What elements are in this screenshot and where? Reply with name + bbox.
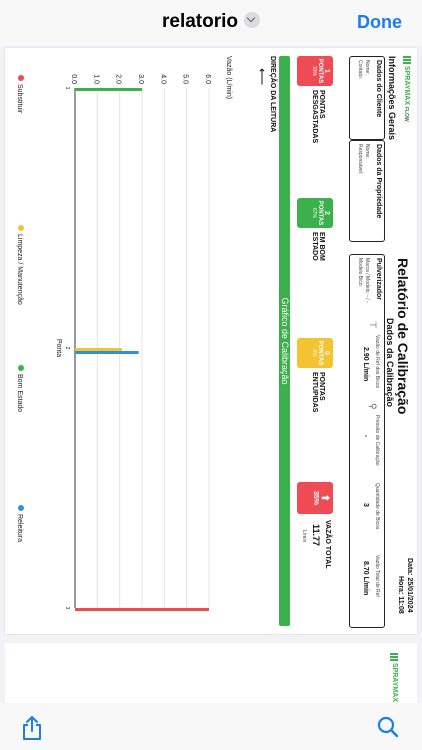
x-tick-label: 1 — [64, 87, 70, 90]
pressure-label: Pressão de Calibração — [374, 415, 380, 466]
calibration-card: Pulverizador Marca / Modelo: - / - Model… — [349, 254, 385, 628]
report-time: Hora: 11:08 — [397, 576, 404, 614]
x-tick-label: 2 — [64, 347, 70, 350]
chart-section-bar: Gráfico de Calibração — [279, 56, 290, 626]
ref-flow-value: 2.90 L/min — [362, 347, 369, 382]
grid-logo-icon — [403, 56, 411, 64]
nozzle-count-label: Quantidade de Bicos — [374, 483, 380, 530]
ref-flow-label: Vazão de Ref dos Bicos — [374, 335, 380, 388]
report-date: Data: 25/01/2024 — [406, 558, 413, 613]
total-flow-tile: ⬆ 35% — [297, 482, 333, 514]
nozzle-icon: ⊤ — [368, 321, 378, 329]
good-state-tile: 2 PONTAS 67% — [297, 198, 333, 228]
worn-tips-label: PONTAS DESGASTADAS — [311, 90, 325, 144]
y-tick-label: 0.0 — [70, 74, 77, 84]
y-axis-label: Vazão (L/min) — [225, 56, 232, 99]
share-icon[interactable] — [20, 715, 44, 741]
total-flow-value: 11.77 — [311, 524, 321, 547]
property-card: Dados da Propriedade Nome: Responsável: — [349, 140, 385, 242]
clogged-tips-label: PONTAS ENTUPIDAS — [311, 372, 325, 413]
reading-direction-label: DIREÇÃO DA LEITURA — [269, 56, 276, 133]
nav-bar: relatorio Done — [0, 0, 422, 46]
legend-label: Limpeza / Manutenção — [16, 234, 23, 305]
search-icon[interactable] — [376, 715, 400, 739]
arrow-up-icon: ⬆ — [319, 493, 330, 503]
bottom-toolbar — [0, 703, 422, 750]
y-tick-label: 2.0 — [115, 74, 122, 84]
client-name-label: Nome: — [364, 60, 370, 75]
y-tick-label: 5.0 — [182, 74, 189, 84]
total-ref-flow-value: 8.70 L/min — [362, 561, 369, 596]
bar-releitura — [75, 351, 139, 354]
total-ref-flow-label: Vazão Total de Ref — [374, 555, 380, 597]
y-tick-label: 4.0 — [159, 74, 166, 84]
document-title: relatorio — [161, 11, 239, 32]
grid-logo-icon — [390, 653, 398, 661]
total-flow-unit: L/min — [301, 530, 307, 543]
report-page-2: SPRAYMAX — [5, 643, 417, 703]
calibration-section-title: Dados da Calibração — [385, 318, 395, 408]
legend-marker — [18, 365, 24, 371]
nozzle-count-value: 3 — [362, 503, 369, 507]
legend-label: Substituir — [16, 84, 23, 114]
clogged-tips-tile: 0 PONTAS 0% — [297, 338, 333, 368]
sprayer-title: Pulverizador — [375, 258, 382, 301]
x-axis-label: Ponta — [55, 339, 62, 357]
done-button[interactable]: Done — [357, 12, 402, 33]
chevron-down-icon[interactable] — [244, 11, 261, 28]
pressure-value: - — [362, 435, 369, 438]
legend-label: Releitura — [16, 514, 23, 542]
bar-limpeza-manuten-o — [74, 348, 122, 351]
y-tick-label: 1.0 — [92, 74, 99, 84]
legend-marker — [18, 225, 24, 231]
y-tick-label: 6.0 — [204, 74, 211, 84]
report-title: Relatório de Calibração — [395, 258, 411, 415]
bar-bom-estado — [75, 88, 142, 91]
client-contact-label: Contato: — [357, 60, 363, 79]
property-resp-label: Responsável: — [357, 144, 363, 175]
good-state-label: EM BOM ESTADO — [311, 232, 325, 261]
legend-marker — [18, 75, 24, 81]
legend-label: Bom Estado — [16, 374, 23, 412]
bar-substituir — [75, 608, 209, 611]
report-page-1: SPRAYMAX FLOW Relatório de Calibração Da… — [5, 48, 417, 634]
x-tick-label: 3 — [64, 607, 70, 610]
info-title: Informações Gerais — [387, 56, 397, 141]
legend-marker — [18, 505, 24, 511]
y-tick-label: 3.0 — [137, 74, 144, 84]
client-card: Dados do Cliente Nome: Contato: — [349, 56, 385, 140]
pressure-gauge-icon: ⚲ — [368, 403, 378, 410]
property-name-label: Nome: — [364, 144, 370, 159]
client-title: Dados do Cliente — [375, 60, 382, 118]
arrow-left-icon: ⟵ — [255, 68, 269, 86]
brand-logo: SPRAYMAX FLOW — [403, 56, 411, 122]
worn-tips-tile: 1 PONTAS 33% — [297, 56, 333, 86]
calibration-chart: Vazão (L/min) 0.0 1.0 2.0 3.0 4.0 5.0 6.0 1 2 3 Pon… — [16, 56, 232, 611]
report-content: SPRAYMAX FLOW Relatório de Calibração Da… — [5, 48, 417, 634]
property-title: Dados da Propriedade — [375, 144, 382, 219]
total-flow-label: VAZÃO TOTAL — [324, 520, 331, 569]
brand-logo-page2: SPRAYMAX — [390, 653, 398, 702]
nozzle-model-label: Modelo Bico: — [357, 258, 363, 287]
sprayer-brand: Marca / Modelo: - / - — [364, 258, 370, 303]
